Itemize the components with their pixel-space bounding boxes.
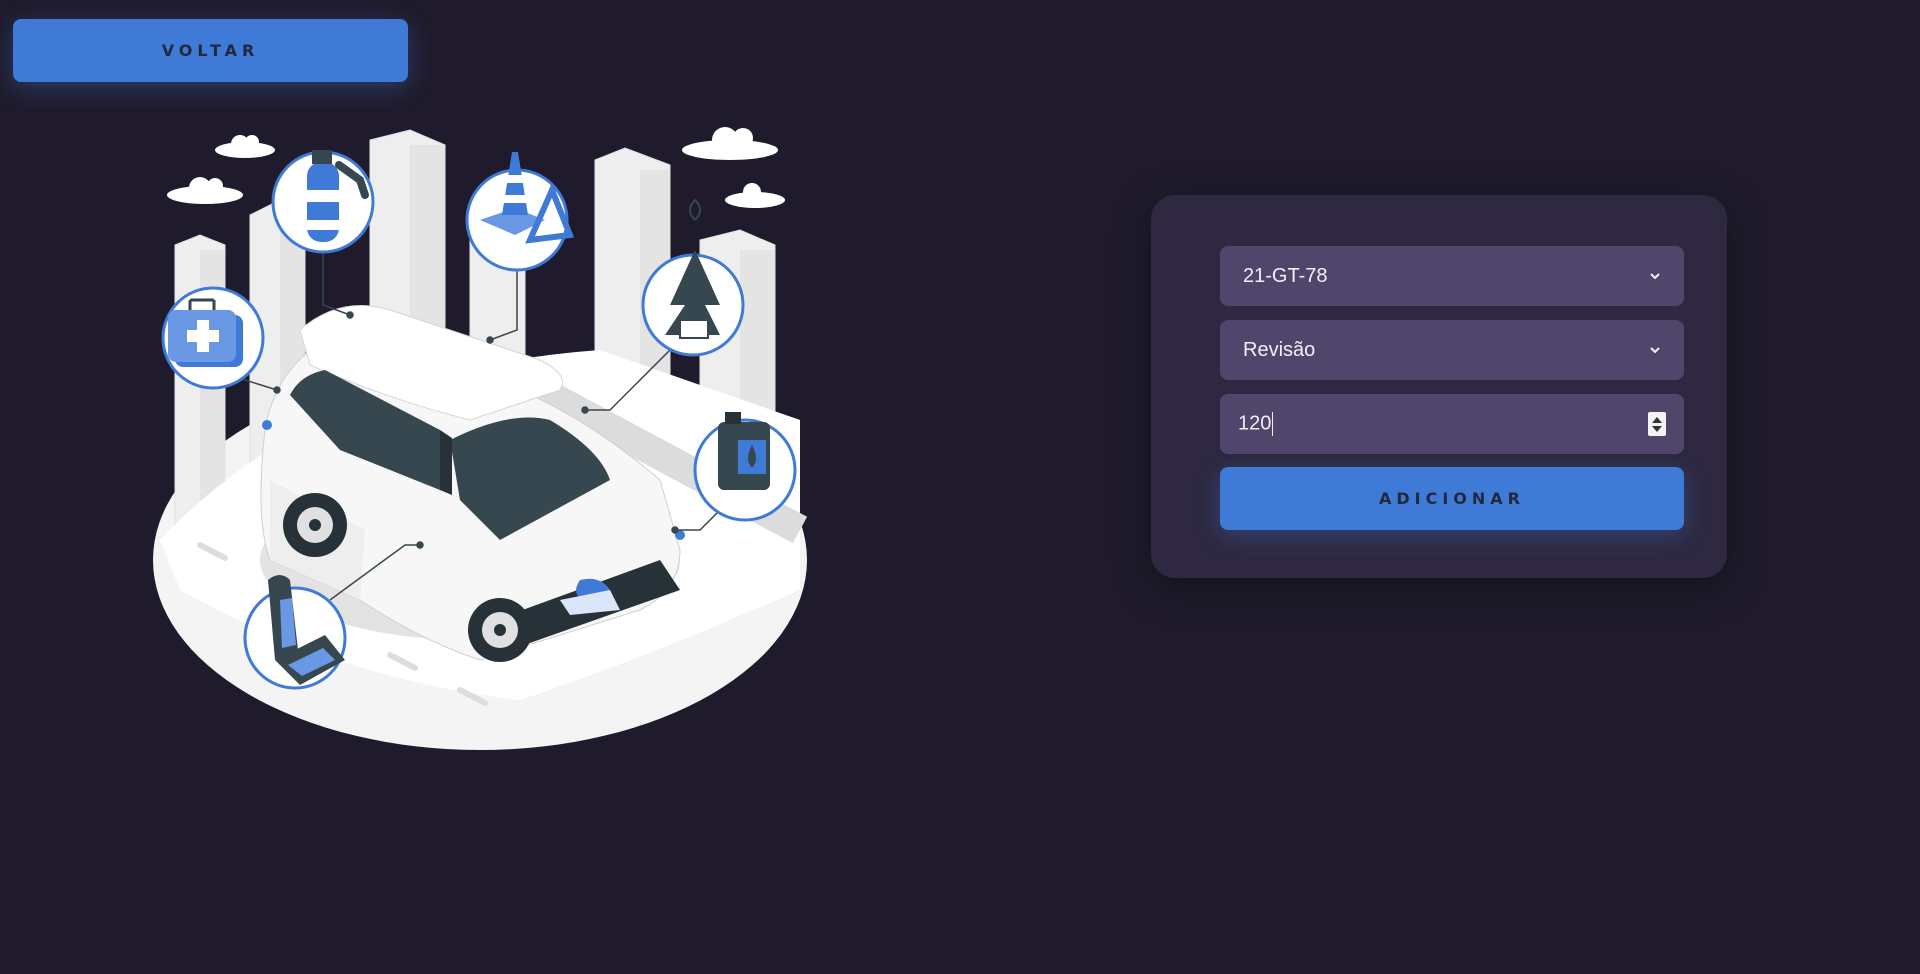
car-city-illustration — [153, 127, 808, 750]
add-service-card: 21-GT-78 Revisão 120 ADICIONAR — [1151, 195, 1727, 578]
stepper-icon[interactable] — [1648, 412, 1666, 436]
chevron-down-icon — [1650, 273, 1660, 280]
first-aid-kit-icon — [161, 286, 265, 390]
fire-extinguisher-icon — [271, 150, 375, 254]
service-select[interactable]: Revisão — [1220, 320, 1684, 380]
plate-select-value: 21-GT-78 — [1243, 264, 1328, 287]
back-button[interactable]: VOLTAR — [13, 19, 408, 82]
service-select-value: Revisão — [1243, 338, 1316, 361]
amount-input[interactable]: 120 — [1220, 394, 1684, 454]
add-button[interactable]: ADICIONAR — [1220, 467, 1684, 530]
amount-input-value: 120 — [1238, 412, 1272, 435]
text-caret — [1272, 412, 1274, 436]
plate-select[interactable]: 21-GT-78 — [1220, 246, 1684, 306]
traffic-cone-icon — [465, 152, 575, 272]
chevron-down-icon — [1650, 347, 1660, 354]
